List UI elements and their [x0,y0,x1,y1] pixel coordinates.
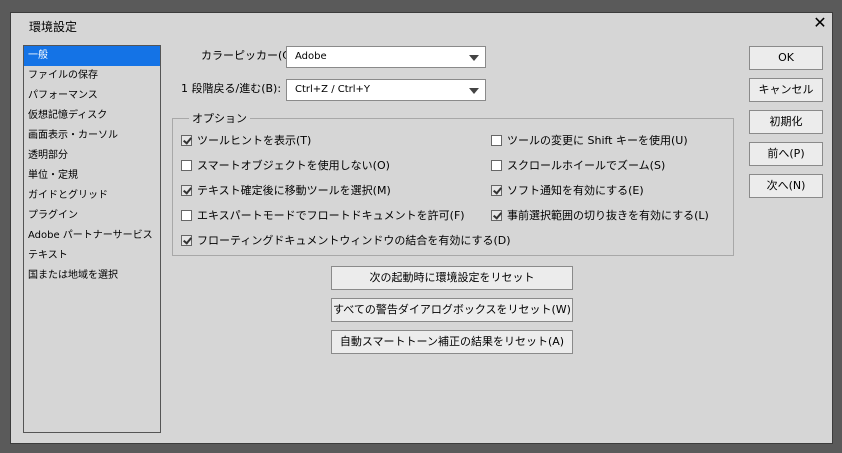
checkbox-box[interactable] [491,209,502,221]
checkbox-label: テキスト確定後に移動ツールを選択(M) [197,184,391,197]
checkbox-label: スマートオブジェクトを使用しない(O) [197,159,390,172]
sidebar-item-plugins[interactable]: プラグイン [24,206,160,226]
checkbox-enable-floating-docking[interactable]: フローティングドキュメントウィンドウの結合を有効にする(D) [181,232,511,248]
preferences-dialog: 環境設定 ✕ 一般 ファイルの保存 パフォーマンス 仮想記憶ディスク 画面表示・… [10,12,833,444]
checkbox-label: スクロールホイールでズーム(S) [507,159,666,172]
checkbox-box[interactable] [181,234,192,246]
checkbox-box[interactable] [181,159,192,171]
sidebar-item-scratch-disks[interactable]: 仮想記憶ディスク [24,106,160,126]
checkbox-box[interactable] [491,159,502,171]
sidebar-item-performance[interactable]: パフォーマンス [24,86,160,106]
checkbox-allow-floating-docs[interactable]: エキスパートモードでフロートドキュメントを許可(F) [181,207,465,223]
undo-redo-select[interactable]: Ctrl+Z / Ctrl+Y [286,79,486,101]
checkbox-label: エキスパートモードでフロートドキュメントを許可(F) [197,209,465,222]
color-picker-value: Adobe [295,51,327,62]
reset-warning-dialogs-button[interactable]: すべての警告ダイアログボックスをリセット(W) [331,298,573,322]
reset-preferences-on-launch-button[interactable]: 次の起動時に環境設定をリセット [331,266,573,290]
sidebar-item-units-rulers[interactable]: 単位・定規 [24,166,160,186]
cancel-button[interactable]: キャンセル [749,78,823,102]
checkbox-label: フローティングドキュメントウィンドウの結合を有効にする(D) [197,234,511,247]
options-group-label: オプション [189,110,250,126]
category-list: 一般 ファイルの保存 パフォーマンス 仮想記憶ディスク 画面表示・カーソル 透明… [23,45,161,433]
sidebar-item-guides-grid[interactable]: ガイドとグリッド [24,186,160,206]
checkbox-box[interactable] [491,134,502,146]
checkbox-box[interactable] [491,184,502,196]
sidebar-item-saving-files[interactable]: ファイルの保存 [24,66,160,86]
checkbox-label: ツールの変更に Shift キーを使用(U) [507,134,688,147]
checkbox-show-tooltips[interactable]: ツールヒントを表示(T) [181,132,311,148]
color-picker-label: カラーピッカー(C): [201,49,298,62]
next-button[interactable]: 次へ(N) [749,174,823,198]
ok-button[interactable]: OK [749,46,823,70]
chevron-down-icon [469,55,479,61]
undo-redo-label: 1 段階戻る/進む(B): [181,82,282,95]
color-picker-select[interactable]: Adobe [286,46,486,68]
checkbox-no-smart-objects[interactable]: スマートオブジェクトを使用しない(O) [181,157,390,173]
sidebar-item-type[interactable]: テキスト [24,246,160,266]
sidebar-item-country-region[interactable]: 国または地域を選択 [24,266,160,286]
checkbox-preselection-crop[interactable]: 事前選択範囲の切り抜きを有効にする(L) [491,207,709,223]
chevron-down-icon [469,88,479,94]
close-button[interactable]: ✕ [812,15,828,31]
checkbox-shift-tool-switch[interactable]: ツールの変更に Shift キーを使用(U) [491,132,688,148]
sidebar-item-display-cursors[interactable]: 画面表示・カーソル [24,126,160,146]
window-title: 環境設定 [29,20,78,34]
reset-smart-tone-button[interactable]: 自動スマートトーン補正の結果をリセット(A) [331,330,573,354]
close-icon: ✕ [813,13,827,32]
checkbox-label: 事前選択範囲の切り抜きを有効にする(L) [507,209,709,222]
checkbox-soft-notifications[interactable]: ソフト通知を有効にする(E) [491,182,644,198]
sidebar-item-adobe-partner-services[interactable]: Adobe パートナーサービス [24,226,160,246]
sidebar-item-general[interactable]: 一般 [24,46,160,66]
checkbox-select-move-after-commit[interactable]: テキスト確定後に移動ツールを選択(M) [181,182,391,198]
checkbox-label: ソフト通知を有効にする(E) [507,184,644,197]
checkbox-zoom-with-scroll-wheel[interactable]: スクロールホイールでズーム(S) [491,157,665,173]
checkbox-label: ツールヒントを表示(T) [197,134,312,147]
previous-button[interactable]: 前へ(P) [749,142,823,166]
checkbox-box[interactable] [181,184,192,196]
sidebar-item-transparency[interactable]: 透明部分 [24,146,160,166]
title-bar[interactable]: 環境設定 ✕ [11,13,832,35]
reset-button[interactable]: 初期化 [749,110,823,134]
checkbox-box[interactable] [181,134,192,146]
checkbox-box[interactable] [181,209,192,221]
undo-redo-value: Ctrl+Z / Ctrl+Y [295,84,371,95]
